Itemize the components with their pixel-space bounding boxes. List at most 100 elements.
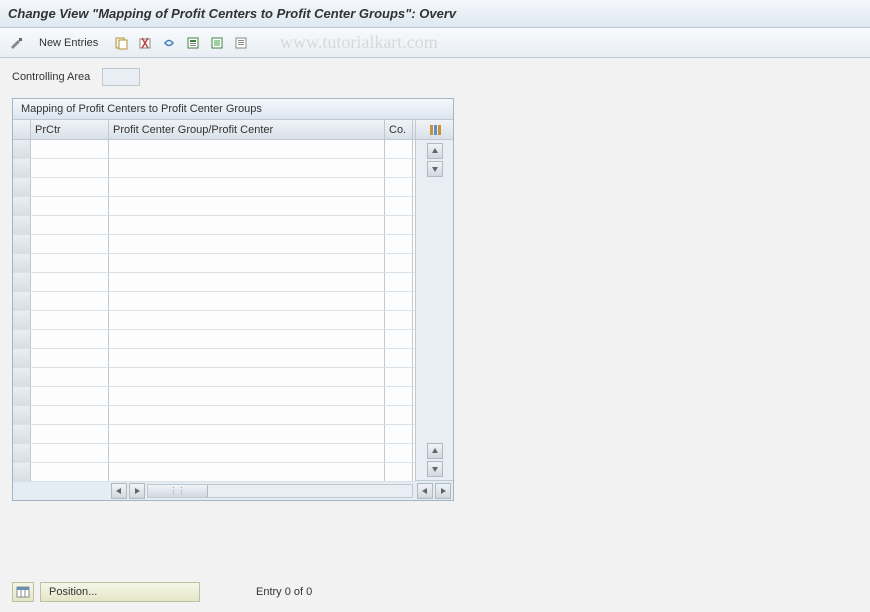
scroll-left-button[interactable] — [111, 483, 127, 499]
table-row[interactable] — [13, 444, 415, 463]
cell-co[interactable] — [385, 330, 413, 348]
cell-pcg[interactable] — [109, 197, 385, 215]
cell-co[interactable] — [385, 216, 413, 234]
cell-pcg[interactable] — [109, 311, 385, 329]
cell-prctr[interactable] — [31, 254, 109, 272]
table-row[interactable] — [13, 216, 415, 235]
cell-co[interactable] — [385, 425, 413, 443]
row-selector[interactable] — [13, 387, 31, 405]
cell-co[interactable] — [385, 292, 413, 310]
table-row[interactable] — [13, 159, 415, 178]
col-header-prctr[interactable]: PrCtr — [31, 120, 109, 139]
cell-prctr[interactable] — [31, 330, 109, 348]
table-row[interactable] — [13, 425, 415, 444]
cell-pcg[interactable] — [109, 330, 385, 348]
cell-pcg[interactable] — [109, 387, 385, 405]
cell-co[interactable] — [385, 349, 413, 367]
cell-co[interactable] — [385, 444, 413, 462]
cell-prctr[interactable] — [31, 311, 109, 329]
table-row[interactable] — [13, 406, 415, 425]
scroll-down-button[interactable] — [427, 161, 443, 177]
cell-prctr[interactable] — [31, 197, 109, 215]
cell-co[interactable] — [385, 159, 413, 177]
footer-table-icon[interactable] — [12, 582, 34, 602]
cell-pcg[interactable] — [109, 216, 385, 234]
cell-co[interactable] — [385, 311, 413, 329]
position-button[interactable]: Position... — [40, 582, 200, 602]
vertical-scrollbar[interactable] — [415, 140, 453, 480]
cell-co[interactable] — [385, 197, 413, 215]
cell-pcg[interactable] — [109, 425, 385, 443]
cell-pcg[interactable] — [109, 349, 385, 367]
table-row[interactable] — [13, 349, 415, 368]
row-selector[interactable] — [13, 292, 31, 310]
cell-prctr[interactable] — [31, 235, 109, 253]
cell-prctr[interactable] — [31, 159, 109, 177]
row-selector[interactable] — [13, 463, 31, 481]
row-selector[interactable] — [13, 349, 31, 367]
scroll-down-bottom-button[interactable] — [427, 461, 443, 477]
row-selector[interactable] — [13, 444, 31, 462]
table-row[interactable] — [13, 368, 415, 387]
cell-prctr[interactable] — [31, 368, 109, 386]
cell-pcg[interactable] — [109, 368, 385, 386]
row-selector[interactable] — [13, 159, 31, 177]
cell-prctr[interactable] — [31, 463, 109, 481]
table-row[interactable] — [13, 311, 415, 330]
toggle-display-icon[interactable] — [6, 33, 26, 53]
cell-pcg[interactable] — [109, 444, 385, 462]
hscroll-thumb[interactable]: ⋮⋮ — [148, 485, 208, 497]
table-row[interactable] — [13, 197, 415, 216]
table-row[interactable] — [13, 254, 415, 273]
cell-prctr[interactable] — [31, 349, 109, 367]
row-selector[interactable] — [13, 140, 31, 158]
cell-co[interactable] — [385, 463, 413, 481]
undo-icon[interactable] — [159, 33, 179, 53]
cell-pcg[interactable] — [109, 273, 385, 291]
delete-icon[interactable] — [135, 33, 155, 53]
scroll-right-end-button[interactable] — [435, 483, 451, 499]
table-row[interactable] — [13, 330, 415, 349]
row-selector[interactable] — [13, 406, 31, 424]
cell-pcg[interactable] — [109, 235, 385, 253]
cell-prctr[interactable] — [31, 292, 109, 310]
cell-co[interactable] — [385, 387, 413, 405]
row-selector[interactable] — [13, 368, 31, 386]
table-row[interactable] — [13, 140, 415, 159]
table-row[interactable] — [13, 292, 415, 311]
col-header-co[interactable]: Co. — [385, 120, 413, 139]
scroll-left-end-button[interactable] — [417, 483, 433, 499]
cell-co[interactable] — [385, 178, 413, 196]
cell-pcg[interactable] — [109, 254, 385, 272]
select-block-icon[interactable] — [207, 33, 227, 53]
table-row[interactable] — [13, 178, 415, 197]
table-config-button[interactable] — [415, 120, 453, 140]
cell-co[interactable] — [385, 368, 413, 386]
cell-prctr[interactable] — [31, 425, 109, 443]
cell-prctr[interactable] — [31, 387, 109, 405]
row-selector[interactable] — [13, 216, 31, 234]
cell-pcg[interactable] — [109, 140, 385, 158]
row-selector[interactable] — [13, 178, 31, 196]
cell-pcg[interactable] — [109, 463, 385, 481]
cell-prctr[interactable] — [31, 140, 109, 158]
cell-pcg[interactable] — [109, 178, 385, 196]
select-all-icon[interactable] — [183, 33, 203, 53]
row-selector[interactable] — [13, 425, 31, 443]
cell-pcg[interactable] — [109, 406, 385, 424]
controlling-area-input[interactable] — [102, 68, 140, 86]
cell-prctr[interactable] — [31, 216, 109, 234]
scroll-right-button[interactable] — [129, 483, 145, 499]
cell-pcg[interactable] — [109, 292, 385, 310]
cell-co[interactable] — [385, 235, 413, 253]
table-row[interactable] — [13, 387, 415, 406]
row-selector[interactable] — [13, 235, 31, 253]
row-selector[interactable] — [13, 273, 31, 291]
cell-co[interactable] — [385, 406, 413, 424]
col-header-selector[interactable] — [13, 120, 31, 139]
cell-prctr[interactable] — [31, 406, 109, 424]
cell-co[interactable] — [385, 273, 413, 291]
hscroll-track[interactable]: ⋮⋮ — [147, 484, 413, 498]
scroll-up-button[interactable] — [427, 143, 443, 159]
scroll-up-bottom-button[interactable] — [427, 443, 443, 459]
